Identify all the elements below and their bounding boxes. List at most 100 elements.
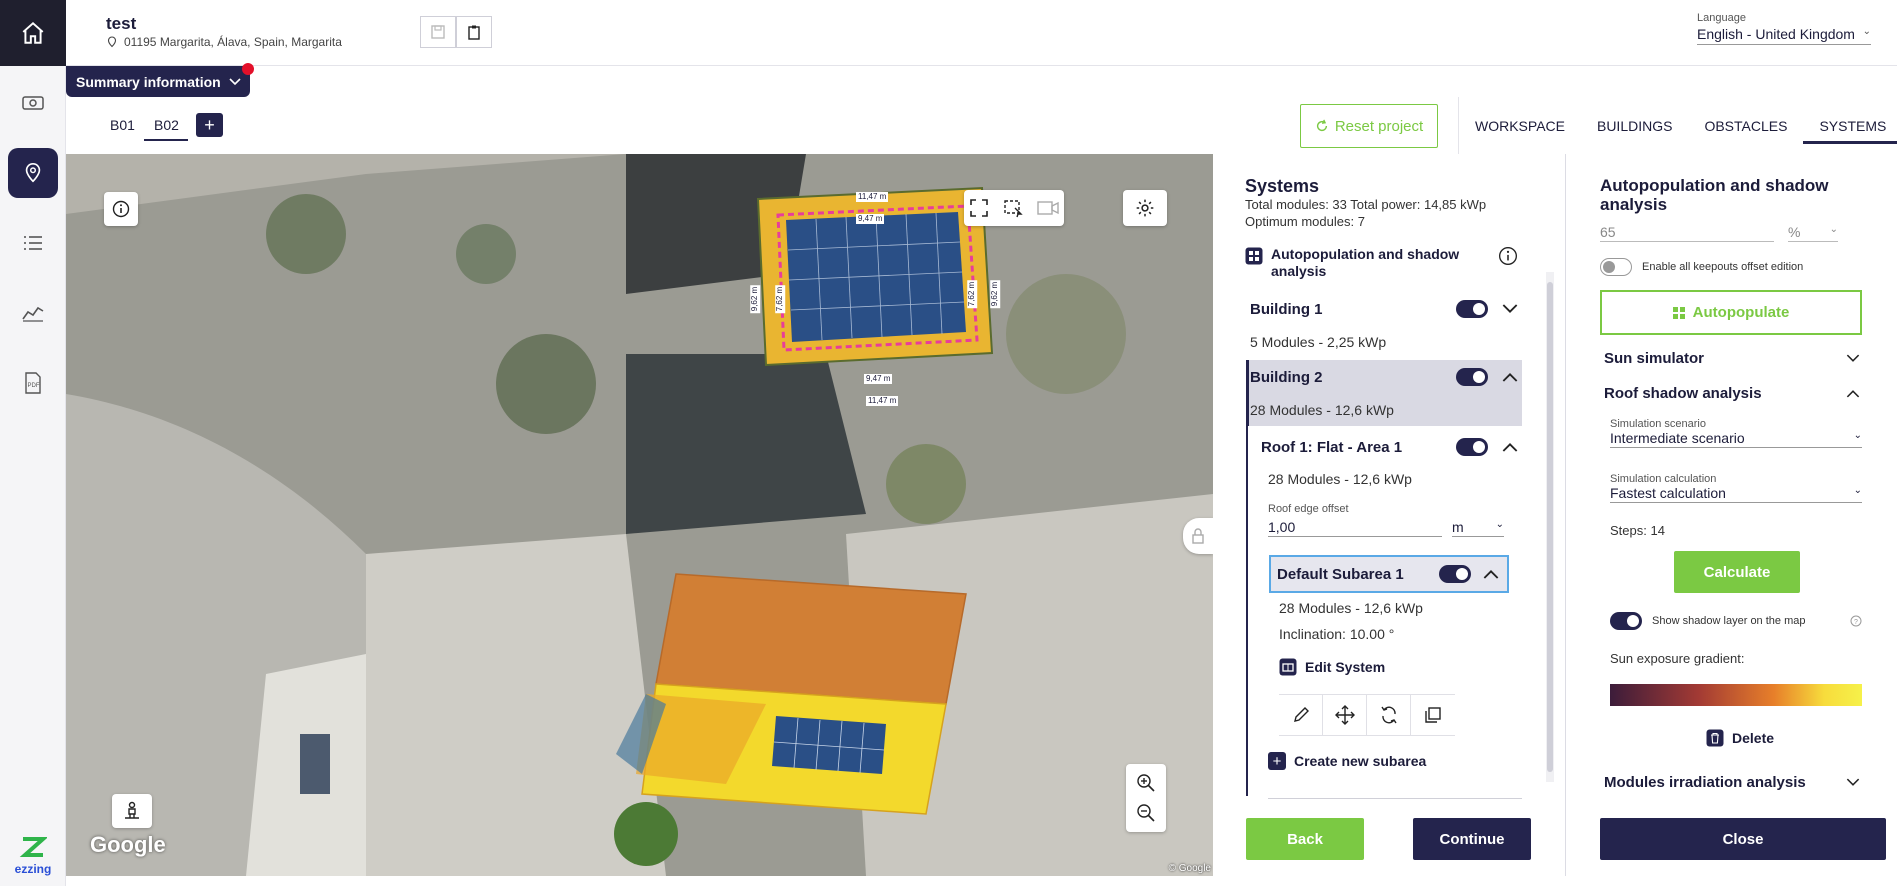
chevron-up-icon[interactable] [1502, 369, 1518, 385]
simulation-calculation-field[interactable]: Simulation calculation Fastest calculati… [1610, 473, 1862, 503]
ezzing-logo: ezzing [0, 835, 66, 876]
select-area-icon[interactable] [1003, 198, 1023, 218]
rail-item-pdf[interactable]: PDF [0, 348, 66, 418]
tab-b02[interactable]: B02 [154, 117, 179, 133]
map-lock-tab[interactable] [1183, 518, 1213, 554]
roof-edge-input[interactable]: 1,00 [1268, 519, 1442, 537]
building-1-row[interactable]: Building 1 [1250, 300, 1518, 318]
calc-select[interactable]: Fastest calculation ⌄ [1610, 485, 1862, 503]
continue-button[interactable]: Continue [1413, 818, 1531, 860]
shadow-layer-row[interactable]: Show shadow layer on the map ? [1610, 612, 1862, 630]
systems-scrollbar[interactable] [1546, 272, 1554, 782]
chevron-down-icon: ⌄ [1853, 485, 1862, 496]
calculate-button[interactable]: Calculate [1674, 551, 1800, 593]
fullscreen-icon[interactable] [969, 198, 989, 218]
keepouts-toggle[interactable] [1600, 258, 1632, 276]
simulation-scenario-field[interactable]: Simulation scenario Intermediate scenari… [1610, 418, 1862, 448]
rail-item-chart[interactable] [0, 278, 66, 348]
map-copyright: © Google [1168, 863, 1211, 874]
summary-information-button[interactable]: Summary information [66, 63, 254, 97]
map-view[interactable]: 11,47 m 9,47 m 9,47 m 11,47 m 9,62 m 7,6… [66, 154, 1213, 876]
info-icon[interactable] [1498, 246, 1518, 266]
building-2-row[interactable]: Building 2 [1250, 368, 1518, 386]
roof-1-row[interactable]: Roof 1: Flat - Area 1 [1261, 438, 1518, 456]
close-button[interactable]: Close [1600, 818, 1886, 860]
refresh-icon [1316, 119, 1327, 132]
building-1-detail: 5 Modules - 2,25 kWp [1250, 334, 1387, 350]
keepouts-toggle-row[interactable]: Enable all keepouts offset edition [1600, 258, 1803, 276]
edit-system-label: Edit System [1305, 659, 1386, 675]
subarea-row[interactable]: Default Subarea 1 [1269, 555, 1509, 593]
tab-systems[interactable]: SYSTEMS [1803, 97, 1897, 154]
reset-project-button[interactable]: Reset project [1300, 104, 1438, 148]
create-subarea-label: Create new subarea [1294, 753, 1427, 769]
partial-percent-field[interactable]: 65 % ⌄ [1600, 224, 1838, 242]
clipboard-icon [468, 25, 480, 40]
clipboard-button[interactable] [456, 16, 492, 48]
autopopulation-label: Autopopulation and shadow analysis [1271, 246, 1460, 279]
building-2-toggle[interactable] [1456, 368, 1488, 386]
zoom-out-icon[interactable] [1136, 803, 1156, 823]
list-icon [24, 236, 42, 250]
building-1-toggle[interactable] [1456, 300, 1488, 318]
chevron-down-icon: ⌄ [1853, 430, 1862, 441]
rail-item-location[interactable] [0, 138, 66, 208]
camera-icon[interactable] [1037, 199, 1059, 217]
tab-workspace[interactable]: WORKSPACE [1459, 97, 1581, 154]
edit-system-button[interactable]: Edit System [1279, 658, 1385, 676]
rail-active-wrap [8, 148, 58, 198]
street-view-button[interactable] [112, 794, 152, 828]
save-button[interactable] [420, 16, 456, 48]
building-1-label: Building 1 [1250, 300, 1323, 318]
map-settings-button[interactable] [1123, 190, 1167, 226]
delete-button[interactable]: Delete [1706, 729, 1774, 747]
tab-obstacles[interactable]: OBSTACLES [1688, 97, 1803, 154]
roof-shadow-accordion[interactable]: Roof shadow analysis [1604, 385, 1860, 402]
create-subarea-button[interactable]: + Create new subarea [1268, 752, 1426, 770]
divider [1268, 798, 1522, 799]
subarea-toggle[interactable] [1439, 565, 1471, 583]
irradiation-accordion[interactable]: Modules irradiation analysis [1604, 774, 1860, 791]
roof-1-toggle[interactable] [1456, 438, 1488, 456]
percent-unit-select[interactable]: % ⌄ [1788, 224, 1838, 242]
measure-bottom-inner: 9,47 m [864, 374, 893, 384]
building-2-roof[interactable] [606, 554, 986, 874]
edit-tool-button[interactable] [1279, 695, 1323, 735]
tab-buildings[interactable]: BUILDINGS [1581, 97, 1688, 154]
delete-label: Delete [1732, 730, 1775, 746]
percent-input[interactable]: 65 [1600, 224, 1774, 242]
shadow-layer-toggle[interactable] [1610, 612, 1642, 630]
back-button[interactable]: Back [1246, 818, 1364, 860]
help-icon[interactable]: ? [1850, 615, 1862, 627]
roof-edge-unit-select[interactable]: m ⌄ [1452, 519, 1504, 537]
scenario-select[interactable]: Intermediate scenario ⌄ [1610, 430, 1862, 448]
copy-tool-button[interactable] [1411, 695, 1455, 735]
autopopulation-row[interactable]: Autopopulation and shadow analysis [1245, 246, 1518, 280]
info-button[interactable] [104, 192, 138, 226]
autopopulate-button[interactable]: Autopopulate [1600, 290, 1862, 335]
zoom-in-icon[interactable] [1136, 773, 1156, 793]
chevron-up-icon[interactable] [1483, 566, 1499, 582]
add-building-button[interactable]: + [196, 113, 223, 137]
rotate-tool-button[interactable] [1367, 695, 1411, 735]
roof-shadow-label: Roof shadow analysis [1604, 385, 1762, 402]
chevron-down-icon[interactable] [1502, 301, 1518, 317]
language-select[interactable]: Language English - United Kingdom ⌄ [1697, 12, 1871, 45]
move-tool-button[interactable] [1323, 695, 1367, 735]
panel-icon [1279, 658, 1297, 676]
systems-title: Systems [1245, 176, 1320, 196]
building-2-detail: 28 Modules - 12,6 kWp [1250, 402, 1394, 418]
rail-item-money[interactable] [0, 68, 66, 138]
chevron-down-icon [229, 77, 241, 85]
summary-label: Summary information [76, 73, 221, 90]
building-1-roof[interactable] [746, 154, 1006, 374]
building-2-indent-line [1246, 426, 1248, 796]
scenario-value: Intermediate scenario [1610, 430, 1745, 446]
systems-totals: Total modules: 33 Total power: 14,85 kWp [1245, 197, 1487, 212]
chevron-up-icon[interactable] [1502, 439, 1518, 455]
home-button[interactable] [0, 0, 66, 66]
sun-simulator-accordion[interactable]: Sun simulator [1604, 350, 1860, 367]
scrollbar-thumb[interactable] [1547, 282, 1553, 772]
rail-item-list[interactable] [0, 208, 66, 278]
tab-b01[interactable]: B01 [110, 117, 135, 133]
